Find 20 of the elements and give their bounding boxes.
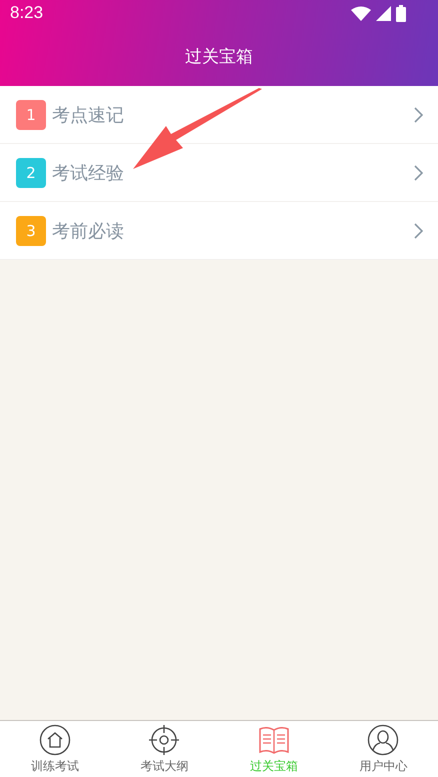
number-badge: 1 [16,100,46,130]
page-title: 过关宝箱 [185,46,253,68]
user-icon [367,724,400,756]
nav-tab[interactable]: 考试大纲 [110,721,219,777]
crosshair-icon [148,724,180,756]
number-badge: 3 [16,216,46,246]
nav-tab[interactable]: 用户中心 [328,721,438,777]
chevron-right-icon [414,222,424,238]
wifi-icon [351,6,371,20]
nav-tab[interactable]: 训练考试 [0,721,110,777]
book-icon [258,724,290,756]
chevron-right-icon [414,106,424,122]
chevron-right-icon [414,164,424,180]
status-time: 8:23 [10,3,44,23]
list-item[interactable]: 3 考前必读 [0,202,438,260]
number-badge: 2 [16,158,46,188]
house-icon [38,724,71,756]
nav-tab[interactable]: 过关宝箱 [219,721,328,777]
signal-icon [376,6,391,20]
battery-icon [396,4,406,22]
